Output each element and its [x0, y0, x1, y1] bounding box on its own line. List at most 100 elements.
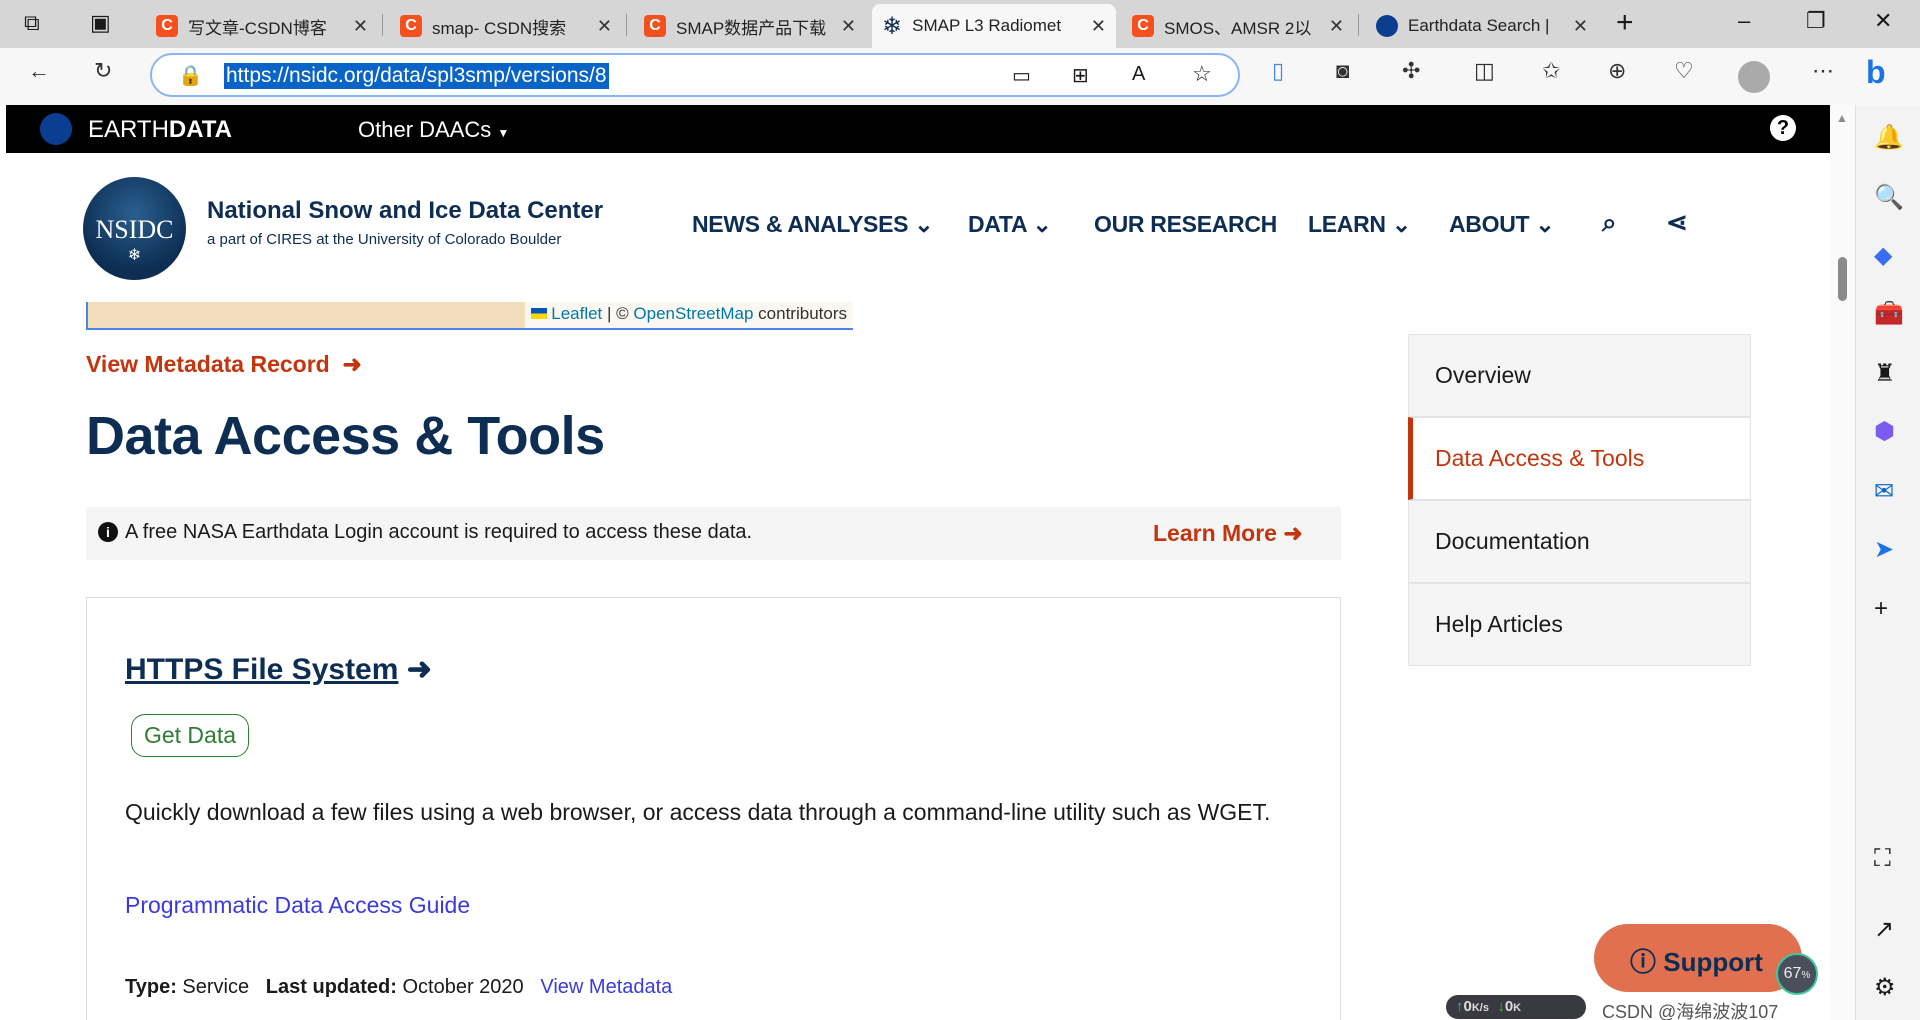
split-screen-icon[interactable]: ◫ — [1474, 58, 1495, 84]
scroll-up-icon[interactable]: ▲ — [1836, 111, 1848, 125]
caret-down-icon: ▼ — [497, 126, 510, 140]
settings-gear-icon[interactable]: ⚙ — [1874, 973, 1896, 1002]
csdn-icon: C — [156, 15, 178, 37]
support-button[interactable]: ⓘ Support — [1594, 924, 1802, 992]
bing-copilot-icon[interactable]: b — [1866, 54, 1886, 91]
osm-link[interactable]: OpenStreetMap — [633, 304, 753, 323]
share-icon[interactable]: ⋖ — [1666, 207, 1688, 238]
tab[interactable]: C SMOS、AMSR 2以 ✕ — [1122, 4, 1354, 48]
close-icon[interactable]: ✕ — [597, 16, 612, 37]
close-icon[interactable]: ✕ — [1091, 16, 1106, 37]
https-file-system-link[interactable]: HTTPS File System ➜ — [125, 652, 432, 687]
device-icon[interactable]: ▭ — [1012, 63, 1031, 88]
add-icon[interactable]: + — [1874, 595, 1888, 623]
collections-icon[interactable]: ⊕ — [1608, 58, 1626, 84]
leaflet-link[interactable]: Leaflet — [551, 304, 602, 323]
nav-our-research[interactable]: OUR RESEARCH — [1094, 211, 1277, 238]
minimize-button[interactable]: – — [1738, 8, 1750, 34]
nav-learn[interactable]: LEARN ⌄ — [1308, 211, 1411, 238]
puzzle-icon[interactable]: ✣ — [1402, 58, 1420, 84]
sidenav-documentation[interactable]: Documentation — [1408, 500, 1751, 583]
favorite-star-icon[interactable]: ☆ — [1192, 61, 1212, 87]
close-icon[interactable]: ✕ — [1573, 16, 1588, 37]
nav-about[interactable]: ABOUT ⌄ — [1449, 211, 1555, 238]
programmatic-guide-link[interactable]: Programmatic Data Access Guide — [125, 892, 470, 919]
sidenav-overview[interactable]: Overview — [1408, 334, 1751, 417]
games-icon[interactable]: ♜ — [1874, 359, 1896, 388]
card-meta: Type: Service Last updated: October 2020… — [125, 976, 673, 998]
close-icon[interactable]: ✕ — [1329, 16, 1344, 37]
nasa-logo[interactable] — [40, 113, 72, 145]
chevron-down-icon: ⌄ — [1535, 211, 1555, 237]
info-icon: i — [98, 522, 118, 542]
screenshot-icon[interactable]: ⛶ — [1874, 845, 1891, 873]
other-daacs-menu[interactable]: Other DAACs ▼ — [358, 117, 509, 143]
earthdata-bar: EARTHDATA Other DAACs ▼ ? — [6, 105, 1830, 153]
document-icon[interactable]: ▯ — [1272, 58, 1284, 84]
page-scrollbar[interactable]: ▲ — [1830, 105, 1855, 1020]
org-name[interactable]: National Snow and Ice Data Center — [207, 197, 603, 225]
scrollbar-thumb[interactable] — [1838, 257, 1847, 301]
view-metadata-record-link[interactable]: View Metadata Record ➜ — [86, 351, 362, 378]
more-icon[interactable]: ⋯ — [1812, 58, 1834, 84]
outlook-icon[interactable]: ✉ — [1874, 477, 1894, 506]
restore-button[interactable]: ❐ — [1806, 8, 1826, 34]
profile-avatar[interactable] — [1738, 61, 1770, 93]
external-link-icon[interactable]: ↗ — [1874, 915, 1894, 944]
csdn-icon: C — [1132, 15, 1154, 37]
close-icon[interactable]: ✕ — [841, 16, 856, 37]
address-bar[interactable]: 🔒 https://nsidc.org/data/spl3smp/version… — [150, 53, 1240, 97]
tab[interactable]: Csmap- CSDN搜索 ✕ — [390, 4, 622, 48]
refresh-icon[interactable]: ↻ — [94, 58, 112, 84]
lock-icon[interactable]: 🔒 — [178, 63, 203, 88]
download-arrow-icon: ↓ — [1497, 998, 1505, 1015]
help-icon[interactable]: ? — [1770, 115, 1796, 141]
card-description: Quickly download a few files using a web… — [125, 799, 1271, 825]
search-icon[interactable]: ⌕ — [1602, 207, 1617, 239]
tab-actions-icon[interactable]: ▣ — [90, 10, 111, 36]
page-title: Data Access & Tools — [86, 406, 605, 466]
get-data-button[interactable]: Get Data — [131, 714, 249, 757]
shopping-tag-icon[interactable]: ◆ — [1874, 241, 1892, 270]
send-icon[interactable]: ➤ — [1874, 535, 1894, 564]
health-icon[interactable]: ♡ — [1674, 58, 1694, 84]
close-icon[interactable]: ✕ — [353, 16, 368, 37]
tools-icon[interactable]: 🧰 — [1874, 299, 1904, 328]
search-icon[interactable]: 🔍 — [1874, 183, 1904, 212]
favorites-icon[interactable]: ✩ — [1542, 58, 1560, 84]
csdn-icon: C — [400, 15, 422, 37]
nav-data[interactable]: DATA ⌄ — [968, 211, 1052, 238]
arrow-right-icon: ➜ — [342, 351, 362, 377]
close-window-button[interactable]: ✕ — [1874, 8, 1892, 34]
sidenav-help-articles[interactable]: Help Articles — [1408, 583, 1751, 666]
map-attribution: Leaflet | © OpenStreetMap contributors — [524, 302, 853, 328]
new-tab-button[interactable]: + — [1616, 6, 1634, 40]
read-aloud-icon[interactable]: A — [1132, 63, 1145, 86]
chevron-down-icon: ⌄ — [1391, 211, 1411, 237]
learn-more-link[interactable]: Learn More ➜ — [1153, 520, 1303, 547]
network-speed-widget[interactable]: ↑0K/s ↓0K — [1446, 995, 1586, 1019]
sidenav-data-access[interactable]: Data Access & Tools — [1408, 417, 1751, 500]
extension-icon[interactable]: ◙ — [1336, 58, 1349, 84]
apps-icon[interactable]: ⊞ — [1072, 63, 1089, 88]
chevron-down-icon: ⌄ — [1032, 211, 1052, 237]
nasa-icon — [1376, 15, 1398, 37]
earthdata-logo[interactable]: EARTHDATA — [88, 116, 232, 144]
tab[interactable]: Earthdata Search | ✕ — [1366, 4, 1598, 48]
back-icon[interactable]: ← — [28, 58, 50, 84]
https-card: HTTPS File System ➜ Get Data Quickly dow… — [86, 597, 1341, 1020]
ukraine-flag-icon — [530, 308, 547, 319]
page-content: NSIDC ❄ National Snow and Ice Data Cente… — [6, 153, 1830, 1020]
nsidc-logo[interactable]: NSIDC ❄ — [83, 177, 186, 280]
tab-active[interactable]: ❄ SMAP L3 Radiometer ✕ — [872, 4, 1116, 48]
url-text[interactable]: https://nsidc.org/data/spl3smp/versions/… — [224, 63, 609, 89]
tab[interactable]: C SMAP数据产品下载 ✕ — [634, 4, 866, 48]
nav-news[interactable]: NEWS & ANALYSES ⌄ — [692, 211, 934, 238]
tab[interactable]: C 写文章-CSDN博客 ✕ — [146, 4, 378, 48]
bell-icon[interactable]: 🔔 — [1874, 123, 1904, 152]
nsidc-snowflake-icon: ❄ — [882, 12, 903, 40]
map-strip[interactable]: Leaflet | © OpenStreetMap contributors — [86, 302, 853, 330]
workspaces-icon[interactable]: ⧉ — [24, 10, 40, 36]
view-metadata-link[interactable]: View Metadata — [540, 976, 672, 998]
office-icon[interactable]: ⬢ — [1874, 417, 1895, 446]
